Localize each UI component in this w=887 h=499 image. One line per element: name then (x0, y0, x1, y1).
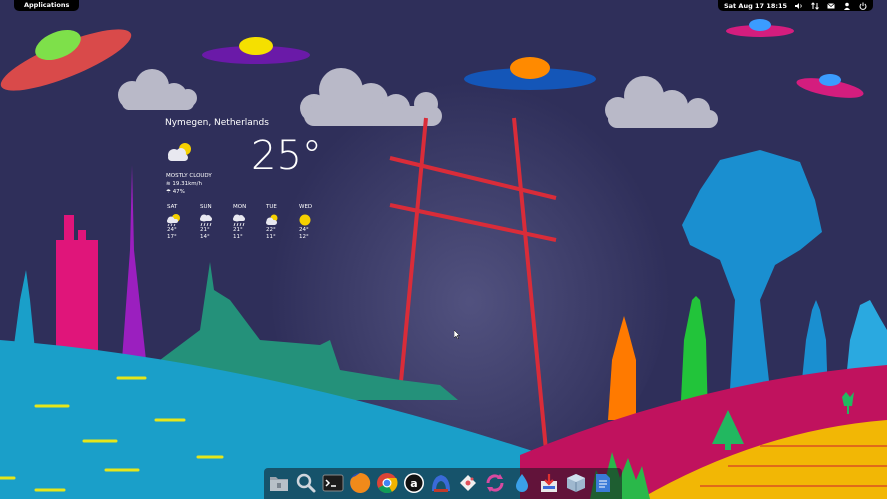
volume-icon[interactable] (795, 2, 803, 10)
sun-icon (299, 214, 311, 226)
rain-icon (233, 214, 245, 227)
forecast-row: SAT 24° 17° SUN 21° 14° MON 21° 11° TUE … (165, 204, 330, 241)
wind-icon: ≋ (166, 181, 171, 187)
chrome-icon[interactable] (375, 471, 399, 495)
document-icon[interactable] (591, 471, 615, 495)
files-icon[interactable] (267, 471, 291, 495)
box-icon[interactable] (564, 471, 588, 495)
installer-icon[interactable] (537, 471, 561, 495)
system-tray: Sat Aug 17 18:15 (717, 0, 873, 11)
svg-text:a: a (410, 477, 417, 490)
weather-condition: MOSTLY CLOUDY (166, 173, 212, 179)
drop-icon[interactable] (510, 471, 534, 495)
mouse-cursor-icon (454, 330, 460, 339)
dock: a (264, 468, 622, 499)
gitg-icon[interactable] (456, 471, 480, 495)
terminal-icon[interactable] (321, 471, 345, 495)
sync-icon[interactable] (483, 471, 507, 495)
forecast-day: SUN 21° 14° (198, 204, 231, 241)
firefox-icon[interactable] (348, 471, 372, 495)
forecast-day: TUE 22° 11° (264, 204, 297, 241)
rain-sun-icon (167, 214, 180, 227)
cloud-sun-icon (168, 143, 191, 161)
amazon-icon[interactable]: a (402, 471, 426, 495)
network-icon[interactable] (811, 1, 819, 10)
umbrella-icon: ☂ (166, 189, 171, 195)
weather-temperature: 25° (251, 133, 322, 179)
weather-humidity: ☂ 47% (166, 189, 185, 195)
rain-icon (200, 214, 212, 227)
pantheon-icon[interactable] (429, 471, 453, 495)
forecast-day: MON 21° 11° (233, 204, 247, 240)
weather-location: Nymegen, Netherlands (165, 118, 269, 128)
applications-button[interactable]: Applications (14, 0, 80, 11)
search-icon[interactable] (294, 471, 318, 495)
user-icon[interactable] (843, 2, 851, 10)
cloud-sun-icon (266, 214, 278, 225)
weather-wind: ≋ 19.31km/h (166, 181, 202, 187)
clock[interactable]: Sat Aug 17 18:15 (724, 2, 787, 10)
forecast-day: SAT 24° 17° (165, 204, 198, 241)
power-icon[interactable] (859, 2, 867, 10)
mail-icon[interactable] (827, 2, 835, 10)
desktop-wallpaper (0, 0, 887, 499)
forecast-day: WED 24° 12° (299, 204, 313, 240)
